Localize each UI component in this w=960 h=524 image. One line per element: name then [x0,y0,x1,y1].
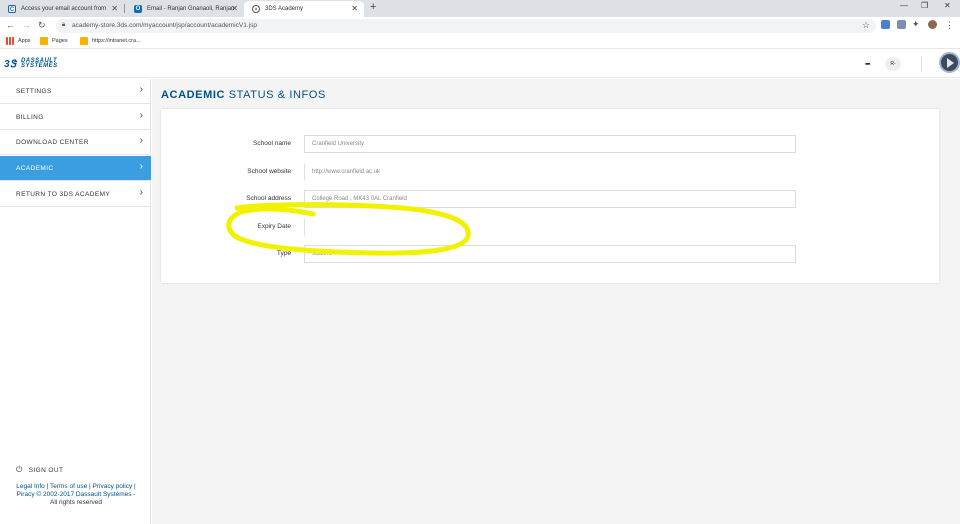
legal-footer: Legal Info | Terms of use | Privacy poli… [16,483,136,506]
form-row-school-address: School address College Road , MK43 0AL C… [161,190,939,208]
school-address-field[interactable]: College Road , MK43 0AL Cranfield [304,190,796,208]
chevron-right-icon: › [139,135,143,146]
form-row-type: Type student [161,245,939,263]
browser-tab-email-access[interactable]: C Access your email account from ✕ [0,1,124,17]
back-icon[interactable]: ← [6,20,15,30]
header-divider [921,57,922,71]
new-tab-button[interactable]: + [370,1,376,13]
sidebar-item-label: SETTINGS [16,88,52,95]
sidebar-item-label: ACADEMIC [16,165,54,172]
sidebar-item-return-to-3ds-academy[interactable]: RETURN TO 3DS ACADEMY › [0,182,151,207]
globe-icon: • [252,5,260,13]
sidebar-item-settings[interactable]: SETTINGS › [0,79,151,104]
close-tab-icon[interactable]: ✕ [231,4,238,13]
main-content: ACADEMIC STATUS & INFOS School name Cran… [152,79,960,524]
reload-icon[interactable]: ↻ [38,20,46,31]
address-bar-row: ← → ↻ 🔒︎ academy-store.3ds.com/myaccount… [0,17,960,35]
sidebar: SETTINGS › BILLING › DOWNLOAD CENTER › A… [0,79,151,524]
sidebar-item-label: DOWNLOAD CENTER [16,139,89,146]
chevron-right-icon: › [139,84,143,95]
bookmarks-bar: Apps Pages https://intranet.cra... [0,35,960,49]
browser-tab-outlook[interactable]: O Email - Ranjan Gnanaoli, Ranjan ✕ [126,1,244,17]
logo-line-2: SYSTEMES [20,63,58,69]
outlook-icon: O [134,5,142,13]
browser-menu-icon[interactable]: ⋮ [945,20,954,31]
school-website-field[interactable]: http://www.cranfield.ac.uk [304,163,796,181]
bookmark-label: Apps [18,38,31,44]
sidebar-item-billing[interactable]: BILLING › [0,105,151,130]
sign-out-label: SIGN OUT [28,467,64,474]
app-grid-icon[interactable]: ▪▪▪ [865,61,871,68]
compass-play-icon [947,58,954,68]
user-avatar[interactable]: R- [885,57,901,71]
page-title: ACADEMIC STATUS & INFOS [161,89,326,101]
close-tab-icon[interactable]: ✕ [111,4,118,13]
sidebar-item-label: RETURN TO 3DS ACADEMY [16,191,111,198]
bookmark-star-icon[interactable]: ☆ [862,20,870,31]
bookmark-label: Pages [52,38,68,44]
bookmark-intranet[interactable]: https://intranet.cra... [80,37,141,45]
sidebar-item-label: BILLING [16,114,44,121]
tab-title: 3DS Academy [265,6,304,12]
c-favicon-icon: C [8,5,16,13]
bookmark-label: https://intranet.cra... [92,38,141,44]
privacy-policy-link[interactable]: Privacy policy [93,483,133,490]
apps-grid-icon [6,37,14,45]
browser-tab-bar: C Access your email account from ✕ O Ema… [0,0,960,17]
legal-info-link[interactable]: Legal Info [16,483,45,490]
academic-info-card: School name Cranfield University School … [161,109,939,283]
tab-divider [124,4,125,13]
site-header: 3Ꮥ DASSAULT SYSTEMES ▪▪▪ R- [0,49,960,78]
copyright-text: Piracy © 2002-2017 Dassault Systèmes - [16,491,136,498]
folder-icon [40,37,48,45]
dassault-logo[interactable]: 3Ꮥ DASSAULT SYSTEMES [4,58,58,70]
school-website-label: School website [247,168,291,175]
school-name-label: School name [253,140,291,147]
translate-extension-icon[interactable] [881,20,890,29]
page-title-bold: ACADEMIC [161,89,226,101]
url-text: academy-store.3ds.com/myaccount/jsp/acco… [72,22,257,29]
sidebar-item-academic[interactable]: ACADEMIC › [0,156,151,181]
expiry-date-field[interactable] [304,218,796,236]
bookmark-pages[interactable]: Pages [40,37,68,45]
school-name-field[interactable]: Cranfield University [304,135,796,153]
3d-compass-icon[interactable] [939,52,960,73]
form-row-school-name: School name Cranfield University [161,135,939,153]
forward-icon[interactable]: → [22,20,31,30]
chevron-right-icon: › [139,110,143,121]
close-tab-icon[interactable]: ✕ [351,4,358,13]
profile-avatar-icon[interactable] [928,20,937,29]
chevron-right-icon: › [139,161,143,172]
tab-title: Email - Ranjan Gnanaoli, Ranjan [147,6,235,12]
bookmark-apps[interactable]: Apps [6,37,31,45]
type-label: Type [276,250,291,257]
sign-out-button[interactable]: ⏻ SIGN OUT [16,465,63,475]
browser-tab-3ds-academy[interactable]: • 3DS Academy ✕ [244,1,364,17]
power-icon: ⏻ [16,465,23,474]
puzzle-extensions-icon[interactable]: ✦ [912,19,920,30]
rights-text: All rights reserved [49,499,103,506]
tab-title: Access your email account from [21,6,107,12]
restore-icon[interactable]: ❐ [921,1,928,10]
minimize-icon[interactable]: — [900,1,908,10]
page-title-light: STATUS & INFOS [228,89,326,101]
expiry-date-label: Expiry Date [257,223,291,230]
type-field[interactable]: student [304,245,796,263]
extension-icon[interactable] [897,20,906,29]
terms-of-use-link[interactable]: Terms of use [50,483,87,490]
folder-icon [80,37,88,45]
form-row-school-website: School website http://www.cranfield.ac.u… [161,163,939,181]
form-row-expiry-date: Expiry Date [161,218,939,236]
url-field[interactable]: 🔒︎ academy-store.3ds.com/myaccount/jsp/a… [56,19,876,33]
school-address-label: School address [246,195,291,202]
chevron-right-icon: › [139,187,143,198]
close-window-icon[interactable]: ✕ [944,1,951,10]
lock-icon: 🔒︎ [62,22,66,28]
3ds-logo-icon: 3Ꮥ [4,58,17,70]
sidebar-item-download-center[interactable]: DOWNLOAD CENTER › [0,130,151,155]
